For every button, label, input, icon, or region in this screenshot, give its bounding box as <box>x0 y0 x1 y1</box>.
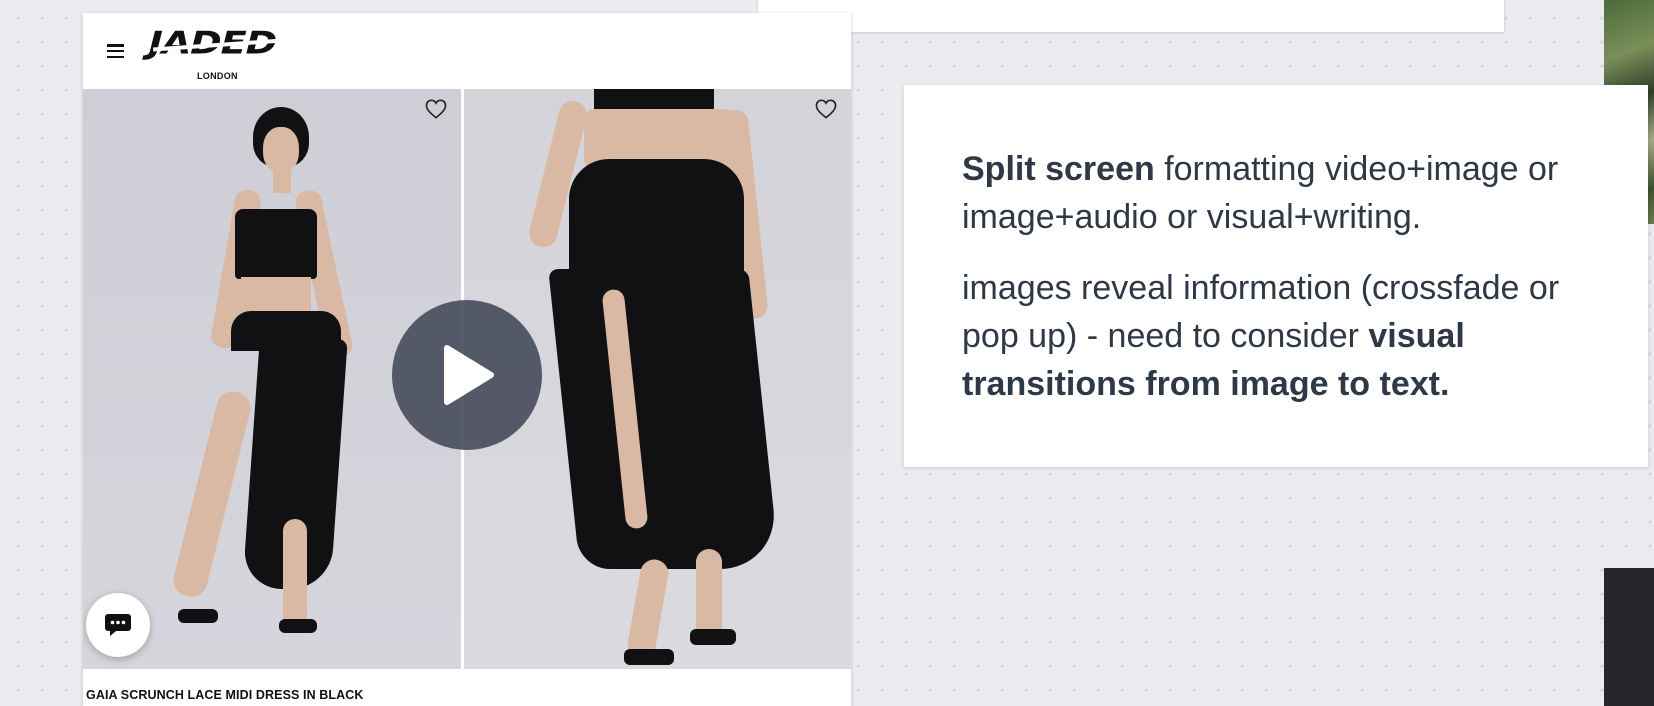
brand-sub: LONDON <box>197 71 238 81</box>
brand-logo[interactable]: JADED LONDON <box>144 25 283 83</box>
note-paragraph-2: images reveal information (crossfade or … <box>962 264 1590 408</box>
play-icon <box>444 345 494 405</box>
store-header: JADED LONDON <box>83 13 851 89</box>
play-video-button[interactable] <box>392 300 542 450</box>
product-title[interactable]: GAIA SCRUNCH LACE MIDI DRESS IN BLACK <box>86 688 364 702</box>
hamburger-menu-icon[interactable] <box>107 41 127 61</box>
notes-card: Split screen formatting video+image or i… <box>904 85 1648 467</box>
chat-bubble-icon <box>105 614 131 636</box>
note-bold-split-screen: Split screen <box>962 150 1155 188</box>
edge-dark-panel <box>1604 568 1654 706</box>
note-text-2: images reveal information (crossfade or … <box>962 269 1560 355</box>
top-card-partial <box>758 0 1504 32</box>
chat-support-button[interactable] <box>86 593 150 657</box>
wishlist-heart-icon-left[interactable] <box>423 96 449 122</box>
phone-mockup-card: JADED LONDON <box>83 13 851 706</box>
wishlist-heart-icon-right[interactable] <box>813 96 839 122</box>
note-paragraph-1: Split screen formatting video+image or i… <box>962 145 1590 241</box>
